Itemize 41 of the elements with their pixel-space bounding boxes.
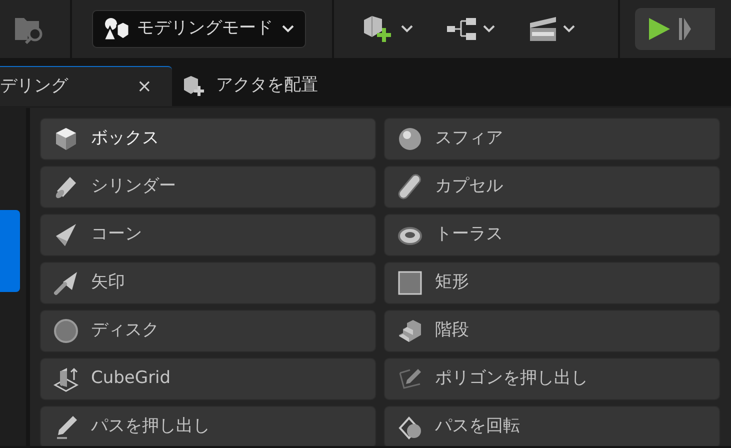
tool-button[interactable]: コーン xyxy=(40,214,376,256)
caret-icon xyxy=(562,24,576,34)
revolve-icon xyxy=(397,414,423,440)
stairs-icon xyxy=(397,318,423,344)
disc-icon xyxy=(53,318,79,344)
square-icon xyxy=(397,270,423,296)
tool-button[interactable]: 矢印 xyxy=(40,262,376,304)
step-icon[interactable] xyxy=(679,17,691,41)
caret-icon xyxy=(281,24,295,34)
tool-button[interactable]: 階段 xyxy=(384,310,720,352)
caret-icon xyxy=(482,24,496,34)
tool-button[interactable]: CubeGrid xyxy=(40,358,376,400)
close-button[interactable]: × xyxy=(128,73,160,100)
tool-button[interactable]: 矩形 xyxy=(384,262,720,304)
tab[interactable]: アクタを配置 xyxy=(172,66,330,106)
cinematics-button[interactable] xyxy=(528,15,576,43)
polygon-pen-icon xyxy=(397,366,423,392)
tool-button[interactable]: ボックス xyxy=(40,118,376,160)
tab[interactable]: デリング × xyxy=(0,66,172,106)
tool-button[interactable]: ディスク xyxy=(40,310,376,352)
cube-grid-icon xyxy=(53,366,79,392)
node-tree-icon xyxy=(446,16,478,42)
tool-button[interactable]: パスを回転 xyxy=(384,406,720,446)
tool-button[interactable]: スフィア xyxy=(384,118,720,160)
caret-icon xyxy=(400,24,414,34)
shapes-icon xyxy=(103,17,129,41)
add-actor-button[interactable] xyxy=(362,14,414,44)
tool-button[interactable]: ポリゴンを押し出し xyxy=(384,358,720,400)
tool-button[interactable]: パスを押し出し xyxy=(40,406,376,446)
cone-icon xyxy=(53,222,79,248)
cube-add-icon xyxy=(182,74,206,98)
play-icon[interactable] xyxy=(647,17,671,41)
tool-button[interactable]: カプセル xyxy=(384,166,720,208)
sphere-icon xyxy=(397,126,423,152)
mode-dropdown[interactable]: モデリングモード xyxy=(92,10,306,48)
cube-icon xyxy=(53,126,79,152)
blueprint-button[interactable] xyxy=(446,16,496,42)
arrow-icon xyxy=(53,270,79,296)
tool-button[interactable]: トーラス xyxy=(384,214,720,256)
tool-button[interactable]: シリンダー xyxy=(40,166,376,208)
clapperboard-icon xyxy=(528,15,558,43)
